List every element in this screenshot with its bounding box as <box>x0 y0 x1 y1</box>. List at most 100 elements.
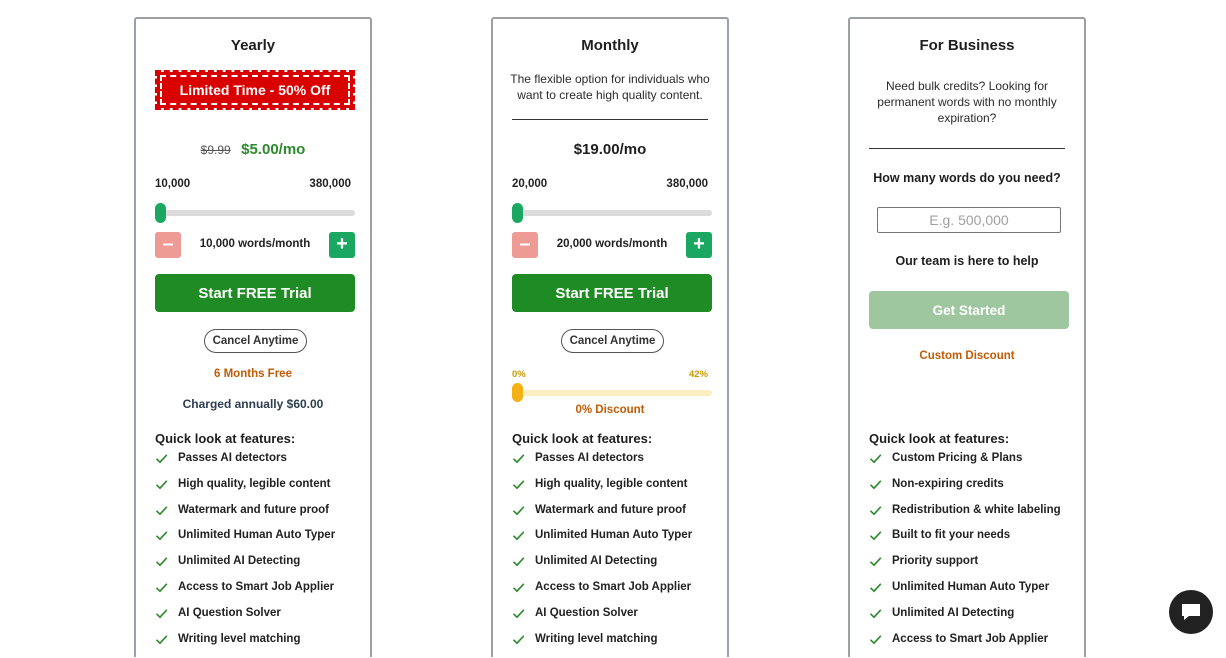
feature-item: AI Question Solver <box>155 607 335 633</box>
get-started-button[interactable]: Get Started <box>869 291 1069 329</box>
words-per-month: 10,000 words/month <box>199 238 311 250</box>
feature-label: Unlimited AI Detecting <box>178 555 301 568</box>
increase-words-button[interactable]: + <box>686 232 712 258</box>
decrease-words-button[interactable]: – <box>512 232 538 258</box>
check-icon <box>869 557 882 567</box>
feature-label: AI Question Solver <box>535 606 638 619</box>
feature-label: Redistribution & white labeling <box>892 503 1061 516</box>
feature-item: High quality, legible content <box>155 478 335 504</box>
feature-label: High quality, legible content <box>178 477 331 490</box>
feature-item: Built to fit your needs <box>869 529 1061 555</box>
check-icon <box>869 505 882 515</box>
check-icon <box>155 480 168 490</box>
plus-icon: + <box>693 233 705 255</box>
check-icon <box>512 505 525 515</box>
plan-card-monthly: Monthly The flexible option for individu… <box>491 17 729 657</box>
chat-icon <box>1182 604 1200 620</box>
promo-badge: Limited Time - 50% Off <box>155 70 355 110</box>
feature-label: Built to fit your needs <box>892 529 1011 542</box>
discount-slider-track[interactable] <box>512 390 712 396</box>
feature-item: Unlimited Human Auto Typer <box>512 529 692 555</box>
increase-words-button[interactable]: + <box>329 232 355 258</box>
check-icon <box>155 609 168 619</box>
feature-label: Priority support <box>892 555 979 568</box>
feature-item: Unlimited AI Detecting <box>155 555 335 581</box>
features-heading: Quick look at features: <box>512 431 653 446</box>
check-icon <box>155 505 168 515</box>
promo-badge-label: Limited Time - 50% Off <box>160 75 350 105</box>
plan-title: Monthly <box>581 37 639 54</box>
price: $19.00/mo <box>573 141 647 158</box>
start-free-trial-button[interactable]: Start FREE Trial <box>512 274 712 312</box>
check-icon <box>512 634 525 644</box>
plan-description: The flexible option for individuals who … <box>510 72 710 102</box>
feature-label: Unlimited Human Auto Typer <box>892 580 1050 593</box>
minus-icon: – <box>519 233 531 255</box>
feature-label: Access to Smart Job Applier <box>892 632 1049 645</box>
feature-item: Access to Smart Job Applier <box>512 581 692 607</box>
feature-item: Watermark and future proof <box>155 504 335 530</box>
feature-item: Passes AI detectors <box>155 452 335 478</box>
feature-label: Watermark and future proof <box>178 503 330 516</box>
features-list: Passes AI detectors High quality, legible… <box>512 452 692 658</box>
check-icon <box>155 454 168 464</box>
feature-label: Unlimited AI Detecting <box>535 555 658 568</box>
feature-label: Unlimited Human Auto Typer <box>535 529 693 542</box>
price-row: $9.99 $5.00/mo <box>136 141 370 159</box>
decrease-words-button[interactable]: – <box>155 232 181 258</box>
feature-label: Passes AI detectors <box>535 452 644 464</box>
feature-item: Access to Smart Job Applier <box>155 581 335 607</box>
feature-item: High quality, legible content <box>512 478 692 504</box>
plus-icon: + <box>336 233 348 255</box>
plan-card-business: For Business Need bulk credits? Looking … <box>848 17 1086 657</box>
feature-item: Redistribution & white labeling <box>869 504 1061 530</box>
feature-item: Writing level matching <box>155 633 335 658</box>
feature-item: Non-expiring credits <box>869 478 1061 504</box>
discount-min-label: 0% <box>512 369 526 380</box>
feature-label: Writing level matching <box>178 632 301 645</box>
discount-label: 0% Discount <box>575 404 645 416</box>
feature-label: Watermark and future proof <box>535 503 687 516</box>
range-min-label: 20,000 <box>512 178 548 190</box>
feature-label: High quality, legible content <box>535 477 688 490</box>
feature-label: Non-expiring credits <box>892 477 1004 490</box>
feature-label: Passes AI detectors <box>178 452 287 464</box>
help-text: Our team is here to help <box>895 254 1039 268</box>
custom-discount-label: Custom Discount <box>919 350 1015 362</box>
price-row: $19.00/mo <box>493 141 727 159</box>
feature-item: Passes AI detectors <box>512 452 692 478</box>
minus-icon: – <box>162 233 174 255</box>
range-max-label: 380,000 <box>666 178 708 190</box>
features-heading: Quick look at features: <box>869 431 1010 446</box>
discount-slider-thumb[interactable] <box>512 383 523 402</box>
word-slider-thumb[interactable] <box>512 203 523 223</box>
range-min-label: 10,000 <box>155 178 191 190</box>
word-slider-thumb[interactable] <box>155 203 166 223</box>
feature-item: Unlimited AI Detecting <box>512 555 692 581</box>
feature-label: Access to Smart Job Applier <box>178 580 335 593</box>
chat-button[interactable] <box>1169 590 1213 634</box>
feature-item: Access to Smart Job Applier <box>869 633 1061 658</box>
check-icon <box>869 609 882 619</box>
words-needed-input[interactable] <box>877 207 1061 233</box>
feature-label: Unlimited AI Detecting <box>892 606 1015 619</box>
check-icon <box>512 583 525 593</box>
discount-max-label: 42% <box>688 369 708 380</box>
feature-label: Writing level matching <box>535 632 658 645</box>
divider <box>512 119 708 120</box>
check-icon <box>869 454 882 464</box>
feature-label: AI Question Solver <box>178 606 281 619</box>
months-free-label: 6 Months Free <box>214 368 292 380</box>
word-slider-track[interactable] <box>512 210 712 216</box>
word-slider-track[interactable] <box>155 210 355 216</box>
check-icon <box>512 454 525 464</box>
start-free-trial-button[interactable]: Start FREE Trial <box>155 274 355 312</box>
old-price: $9.99 <box>200 143 231 157</box>
check-icon <box>512 557 525 567</box>
feature-item: Unlimited AI Detecting <box>869 607 1061 633</box>
features-list: Passes AI detectors High quality, legible… <box>155 452 335 658</box>
price: $5.00/mo <box>241 141 306 158</box>
check-icon <box>869 634 882 644</box>
plan-card-yearly: Yearly Limited Time - 50% Off $9.99 $5.0… <box>134 17 372 657</box>
words-per-month: 20,000 words/month <box>556 238 668 250</box>
